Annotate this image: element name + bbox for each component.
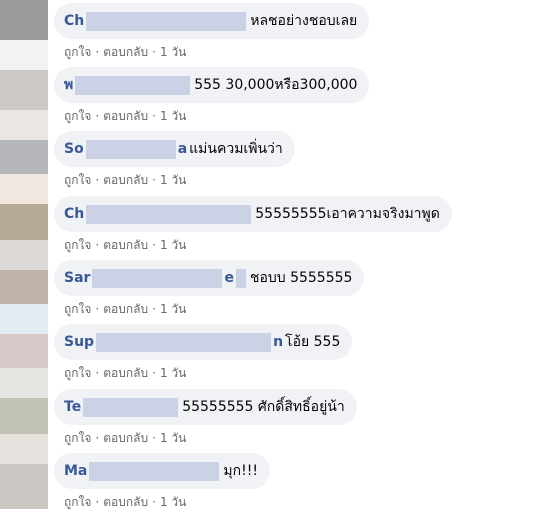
avatar[interactable]: [0, 398, 48, 434]
comment-text: โอ้ย 555: [285, 334, 341, 350]
comment-item: Ma มุก!!! ถูกใจ · ตอบกลับ · 1 วัน: [54, 453, 554, 517]
commenter-name[interactable]: Ma: [64, 463, 87, 479]
timestamp[interactable]: 1 วัน: [160, 431, 186, 445]
reply-link[interactable]: ตอบกลับ: [103, 495, 148, 509]
timestamp[interactable]: 1 วัน: [160, 238, 186, 252]
comment-actions: ถูกใจ · ตอบกลับ · 1 วัน: [64, 302, 187, 316]
comment-item: Sar e ชอบบ 5555555 ถูกใจ · ตอบกลับ · 1 วัน: [54, 260, 554, 324]
comment-item: พ 555 30,000หรือ300,000 ถูกใจ · ตอบกลับ · 1 …: [54, 67, 554, 131]
reply-link[interactable]: ตอบกลับ: [103, 173, 148, 187]
comment-item: Sup n โอ้ย 555 ถูกใจ · ตอบกลับ · 1 วัน: [54, 324, 554, 388]
commenter-name[interactable]: Sar: [64, 270, 90, 286]
reply-link[interactable]: ตอบกลับ: [103, 431, 148, 445]
comment-text: แม่นควมเพิ่นว่า: [189, 141, 283, 157]
avatar-blur: [0, 304, 48, 334]
avatar[interactable]: [0, 140, 48, 174]
like-link[interactable]: ถูกใจ: [64, 45, 91, 59]
comment-text: 55555555เอาความจริงมาพูด: [255, 206, 440, 222]
timestamp[interactable]: 1 วัน: [160, 45, 186, 59]
comment-actions: ถูกใจ · ตอบกลับ · 1 วัน: [64, 431, 187, 445]
avatar-blur: [0, 368, 48, 398]
comment-actions: ถูกใจ · ตอบกลับ · 1 วัน: [64, 109, 187, 123]
commenter-name[interactable]: Te: [64, 399, 81, 415]
comment-item: Te 55555555 ศักดิ์สิทธิ์อยู่น้า ถูกใจ · ตอ…: [54, 389, 554, 453]
commenter-name[interactable]: พ: [64, 74, 73, 96]
avatar[interactable]: [0, 270, 48, 304]
avatar-blur: [0, 174, 48, 204]
commenter-name[interactable]: Sup: [64, 334, 94, 350]
blurred-name: [75, 75, 191, 95]
like-link[interactable]: ถูกใจ: [64, 302, 91, 316]
like-link[interactable]: ถูกใจ: [64, 238, 91, 252]
avatar[interactable]: [0, 204, 48, 240]
comment-actions: ถูกใจ · ตอบกลับ · 1 วัน: [64, 366, 187, 380]
avatar[interactable]: [0, 334, 48, 368]
comment-bubble: Ma มุก!!!: [54, 453, 270, 489]
comment-bubble: Te 55555555 ศักดิ์สิทธิ์อยู่น้า: [54, 389, 357, 425]
reply-link[interactable]: ตอบกลับ: [103, 366, 148, 380]
commenter-name-tail[interactable]: n: [273, 334, 283, 350]
avatar-blur: [0, 40, 48, 70]
comment-bubble: พ 555 30,000หรือ300,000: [54, 67, 370, 103]
blurred-name: [92, 268, 223, 288]
commenter-name[interactable]: Ch: [64, 206, 84, 222]
blurred-name: [86, 11, 247, 31]
avatar-blur: [0, 434, 48, 464]
avatar-blur: [0, 240, 48, 270]
blurred-name: [85, 139, 176, 159]
comment-actions: ถูกใจ · ตอบกลับ · 1 วัน: [64, 238, 187, 252]
avatar[interactable]: [0, 70, 48, 110]
avatar[interactable]: [0, 464, 48, 509]
like-link[interactable]: ถูกใจ: [64, 109, 91, 123]
blurred-name: [235, 268, 246, 288]
comment-actions: ถูกใจ · ตอบกลับ · 1 วัน: [64, 495, 187, 509]
comment-item: Ch 55555555เอาความจริงมาพูด ถูกใจ · ตอบกลั…: [54, 196, 554, 260]
reply-link[interactable]: ตอบกลับ: [103, 302, 148, 316]
blurred-name: [86, 204, 252, 224]
comment-bubble: Ch 55555555เอาความจริงมาพูด: [54, 196, 452, 232]
timestamp[interactable]: 1 วัน: [160, 366, 186, 380]
commenter-name-tail[interactable]: a: [178, 141, 187, 157]
reply-link[interactable]: ตอบกลับ: [103, 109, 148, 123]
comment-bubble: Sar e ชอบบ 5555555: [54, 260, 365, 296]
avatar-blur: [0, 110, 48, 140]
comment-bubble: Ch หลชอย่างชอบเลย: [54, 3, 370, 39]
like-link[interactable]: ถูกใจ: [64, 366, 91, 380]
comment-text: 55555555 ศักดิ์สิทธิ์อยู่น้า: [182, 399, 345, 415]
timestamp[interactable]: 1 วัน: [160, 173, 186, 187]
comment-bubble: So a แม่นควมเพิ่นว่า: [54, 131, 295, 167]
commenter-name[interactable]: So: [64, 141, 84, 157]
blurred-name: [89, 461, 220, 481]
reply-link[interactable]: ตอบกลับ: [103, 45, 148, 59]
commenter-name-tail[interactable]: e: [224, 270, 234, 286]
comment-text: หลชอย่างชอบเลย: [250, 13, 358, 29]
blurred-name: [96, 332, 272, 352]
commenter-name[interactable]: Ch: [64, 13, 84, 29]
comment-bubble: Sup n โอ้ย 555: [54, 324, 353, 360]
avatar[interactable]: [0, 0, 48, 40]
comment-item: So a แม่นควมเพิ่นว่า ถูกใจ · ตอบกลับ · 1 วัน: [54, 131, 554, 195]
timestamp[interactable]: 1 วัน: [160, 302, 186, 316]
avatar-strip: [0, 0, 48, 509]
comment-text: ชอบบ 5555555: [249, 270, 353, 286]
blurred-name: [83, 397, 179, 417]
comment-text: มุก!!!: [223, 463, 258, 479]
like-link[interactable]: ถูกใจ: [64, 495, 91, 509]
reply-link[interactable]: ตอบกลับ: [103, 238, 148, 252]
like-link[interactable]: ถูกใจ: [64, 173, 91, 187]
comment-actions: ถูกใจ · ตอบกลับ · 1 วัน: [64, 45, 187, 59]
timestamp[interactable]: 1 วัน: [160, 109, 186, 123]
comment-actions: ถูกใจ · ตอบกลับ · 1 วัน: [64, 173, 187, 187]
comment-text: 555 30,000หรือ300,000: [194, 77, 358, 93]
timestamp[interactable]: 1 วัน: [160, 495, 186, 509]
comment-item: Ch หลชอย่างชอบเลย ถูกใจ · ตอบกลับ · 1 วัน: [54, 3, 554, 67]
like-link[interactable]: ถูกใจ: [64, 431, 91, 445]
